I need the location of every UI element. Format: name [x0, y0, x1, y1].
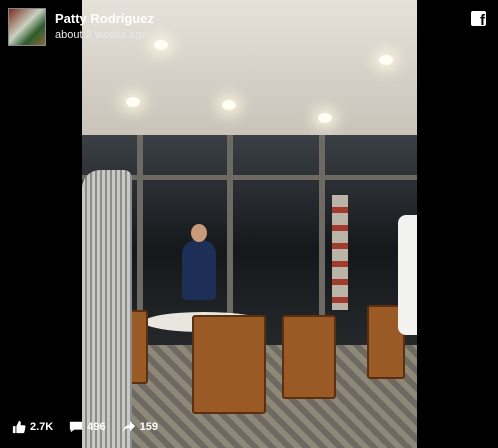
likes-count: 2.7K [30, 421, 54, 433]
post-timestamp[interactable]: about 2 weeks ago [55, 29, 147, 41]
comments-count: 496 [87, 421, 106, 433]
author-avatar[interactable] [8, 8, 46, 46]
video-scene-person [182, 224, 216, 300]
engagement-stats: 2.7K 496 159 [12, 418, 174, 436]
author-name[interactable]: Patty Rodríguez [55, 11, 154, 26]
shares-count: 159 [139, 421, 158, 433]
share-arrow-icon [122, 420, 136, 434]
comment-icon [69, 420, 83, 434]
video-scene-chair [282, 315, 336, 399]
comments-stat[interactable]: 496 [69, 420, 106, 434]
facebook-icon[interactable]: f [471, 11, 486, 26]
video-post-embed: Patty Rodríguez about 2 weeks ago f 2.7K… [0, 0, 498, 448]
facebook-glyph: f [480, 12, 485, 26]
thumbs-up-icon [12, 420, 26, 434]
video-scene-chair [192, 315, 266, 414]
video-scene-right-person [398, 215, 417, 335]
likes-stat[interactable]: 2.7K [12, 420, 53, 434]
video-scene-foreground-person [82, 170, 132, 448]
video-scene-pillar [332, 195, 348, 310]
shares-stat[interactable]: 159 [122, 420, 158, 434]
video-player[interactable] [82, 0, 417, 448]
